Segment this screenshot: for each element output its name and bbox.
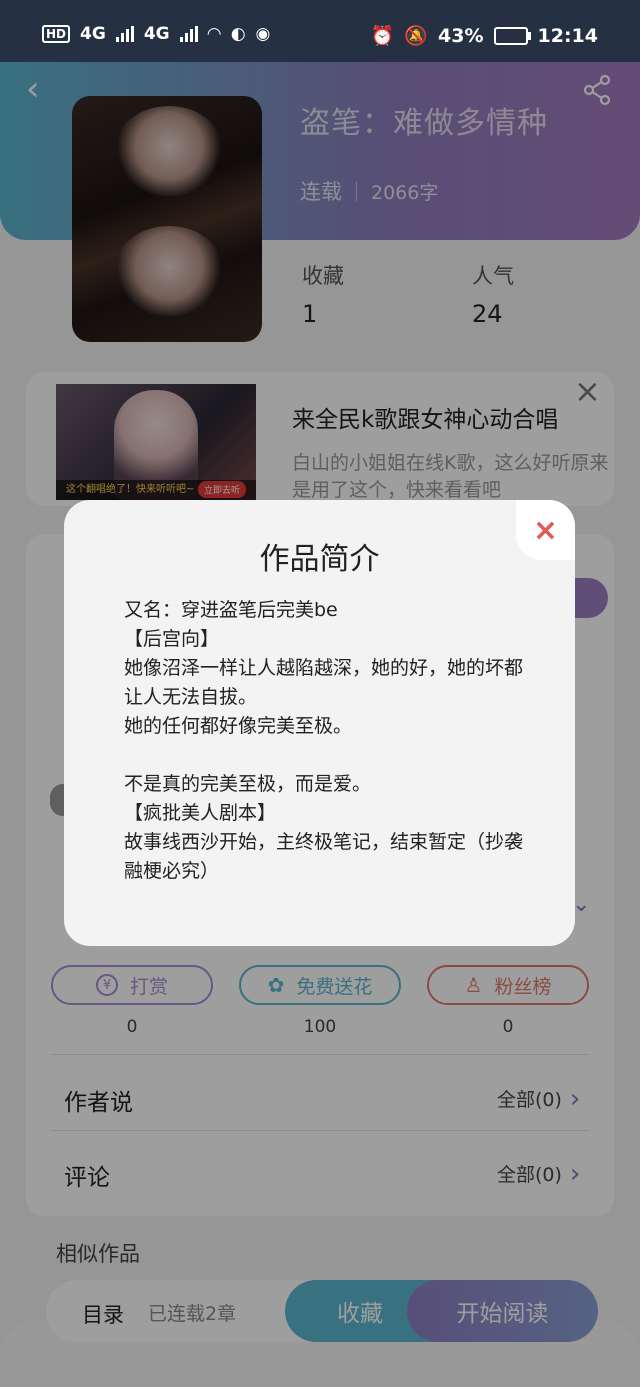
status-right: ⏰ 🔕 43% 12:14 bbox=[370, 24, 598, 48]
headset-icon: ◐ bbox=[230, 24, 246, 44]
battery-percent: 43% bbox=[438, 24, 484, 47]
modal-body-text: 又名：穿进盗笔后完美be 【后宫向】 她像沼泽一样让人越陷越深，她的好，她的坏都… bbox=[124, 599, 524, 882]
wifi-icon: ◠ bbox=[207, 24, 221, 44]
network-label-left: 4G bbox=[80, 24, 106, 44]
clock: 12:14 bbox=[537, 24, 598, 47]
alarm-icon: ⏰ bbox=[370, 25, 395, 47]
app-icon: ◉ bbox=[255, 24, 271, 44]
close-icon[interactable]: × bbox=[516, 500, 575, 560]
signal-icon-2 bbox=[179, 26, 198, 42]
status-left: HD 4G 4G ◠ ◐ ◉ bbox=[42, 24, 270, 44]
modal-title: 作品简介 bbox=[259, 542, 380, 577]
mute-icon: 🔕 bbox=[404, 25, 429, 47]
hd-badge: HD bbox=[42, 25, 71, 43]
signal-icon bbox=[115, 26, 134, 42]
battery-icon bbox=[493, 26, 531, 45]
network-label-right: 4G bbox=[143, 24, 170, 44]
status-bar: HD 4G 4G ◠ ◐ ◉ ⏰ 🔕 43% 12:14 bbox=[0, 0, 640, 62]
